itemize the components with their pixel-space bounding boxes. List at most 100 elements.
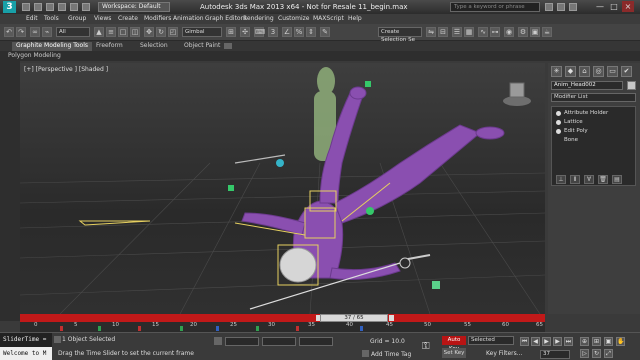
save-icon[interactable] xyxy=(46,3,54,11)
menu-rendering[interactable]: Rendering xyxy=(243,15,274,22)
keyframe-marker[interactable] xyxy=(216,326,219,331)
menu-tools[interactable]: Tools xyxy=(44,15,59,22)
key-filters-button[interactable]: Key Filters... xyxy=(486,350,523,357)
orbit-icon[interactable]: ↻ xyxy=(592,349,601,358)
help-icon[interactable] xyxy=(569,3,577,11)
add-time-tag-button[interactable]: Add Time Tag xyxy=(371,351,411,358)
zoom-all-icon[interactable]: ⊞ xyxy=(592,337,601,346)
maximize-viewport-icon[interactable]: ⤢ xyxy=(604,349,613,358)
viewcube-icon[interactable] xyxy=(503,82,531,106)
tab-object-paint[interactable]: Object Paint xyxy=(180,42,224,51)
motion-tab-icon[interactable]: ◎ xyxy=(593,66,604,77)
remove-modifier-icon[interactable]: 🗑 xyxy=(598,175,608,184)
z-coordinate-field[interactable] xyxy=(299,337,333,346)
keyframe-marker[interactable] xyxy=(296,326,299,331)
auto-key-button[interactable]: Auto Key xyxy=(442,336,466,352)
project-folder-icon[interactable] xyxy=(82,3,90,11)
object-name-field[interactable]: Anim_Head002 xyxy=(551,81,623,90)
character-head[interactable] xyxy=(279,247,317,283)
undo-icon[interactable] xyxy=(58,3,66,11)
maxscript-listener-output[interactable]: Welcome to M xyxy=(0,347,52,360)
ribbon-minimize-icon[interactable] xyxy=(224,43,232,49)
stack-item-lattice[interactable]: Lattice xyxy=(554,118,634,127)
maxscript-listener-input[interactable]: SliderTime = xyxy=(0,333,52,347)
minimize-button[interactable]: — xyxy=(594,1,606,12)
keyframe-marker[interactable] xyxy=(360,326,363,331)
rendered-frame-window-icon[interactable]: ▣ xyxy=(530,27,540,37)
open-file-icon[interactable] xyxy=(34,3,42,11)
time-tag-icon[interactable] xyxy=(362,350,369,357)
render-production-icon[interactable]: ☕ xyxy=(542,27,552,37)
make-unique-icon[interactable]: ∀ xyxy=(584,175,594,184)
search-icon[interactable] xyxy=(545,3,553,11)
current-frame-field[interactable]: 37 xyxy=(540,350,570,359)
close-button[interactable]: × xyxy=(622,1,634,12)
percent-snap-icon[interactable]: % xyxy=(294,27,304,37)
selection-filter-dropdown[interactable]: All xyxy=(56,27,90,37)
tab-graphite-modeling-tools[interactable]: Graphite Modeling Tools xyxy=(12,42,93,51)
keyframe-marker[interactable] xyxy=(60,326,63,331)
tab-freeform[interactable]: Freeform xyxy=(92,42,127,51)
menu-modifiers[interactable]: Modifiers xyxy=(144,15,171,22)
link-icon[interactable]: ∞ xyxy=(30,27,40,37)
stack-item-bone[interactable]: Bone xyxy=(554,136,634,145)
configure-sets-icon[interactable]: ▤ xyxy=(612,175,622,184)
tab-selection[interactable]: Selection xyxy=(136,42,172,51)
zoom-icon[interactable]: ⊕ xyxy=(580,337,589,346)
lightbulb-icon[interactable] xyxy=(556,129,561,134)
hierarchy-tab-icon[interactable]: ⌂ xyxy=(579,66,590,77)
selection-lock-icon[interactable] xyxy=(54,336,61,343)
zoom-extents-icon[interactable]: ▣ xyxy=(604,337,613,346)
select-by-name-icon[interactable]: ≡ xyxy=(106,27,116,37)
named-selection-sets-dropdown[interactable]: Create Selection Se xyxy=(378,27,422,43)
menu-graph-editors[interactable]: Graph Editors xyxy=(205,15,246,22)
material-editor-icon[interactable]: ◉ xyxy=(504,27,514,37)
align-icon[interactable]: ⊟ xyxy=(438,27,448,37)
time-slider[interactable]: 37 / 65 xyxy=(20,314,545,322)
slider-next-arrow-icon[interactable] xyxy=(389,315,394,321)
menu-views[interactable]: Views xyxy=(94,15,111,22)
search-input[interactable]: Type a keyword or phrase xyxy=(450,2,540,12)
menu-maxscript[interactable]: MAXScript xyxy=(313,15,344,22)
menu-create[interactable]: Create xyxy=(118,15,138,22)
set-key-button[interactable]: Set Key xyxy=(442,348,466,358)
display-tab-icon[interactable]: ▭ xyxy=(607,66,618,77)
keyboard-shortcut-icon[interactable]: ⌨ xyxy=(254,27,265,37)
utilities-tab-icon[interactable]: ✔ xyxy=(621,66,632,77)
key-mode-dropdown[interactable]: Selected xyxy=(468,336,514,345)
ribbon-panel-polygon-modeling[interactable]: Polygon Modeling xyxy=(0,51,640,61)
play-icon[interactable]: ▶ xyxy=(542,337,551,346)
named-selection-edit-icon[interactable]: ✎ xyxy=(320,27,330,37)
character-mesh[interactable] xyxy=(241,86,505,280)
field-of-view-icon[interactable]: ▷ xyxy=(580,349,589,358)
curve-editor-icon[interactable]: ∿ xyxy=(478,27,488,37)
object-color-swatch[interactable] xyxy=(627,81,636,90)
y-coordinate-field[interactable] xyxy=(262,337,296,346)
selection-region-icon[interactable]: □ xyxy=(118,27,128,37)
x-coordinate-field[interactable] xyxy=(225,337,259,346)
undo-tool-icon[interactable]: ↶ xyxy=(4,27,14,37)
mirror-icon[interactable]: ⇋ xyxy=(426,27,436,37)
previous-frame-icon[interactable]: ◀ xyxy=(531,337,540,346)
modifier-list-dropdown[interactable]: Modifier List xyxy=(551,93,636,102)
show-end-result-icon[interactable]: Ⅱ xyxy=(570,175,580,184)
set-key-icon[interactable]: ⚿ xyxy=(422,341,436,353)
track-bar[interactable]: 0 5 10 15 20 25 30 35 40 45 50 55 60 65 xyxy=(20,322,545,332)
lightbulb-icon[interactable] xyxy=(556,120,561,125)
pivot-center-icon[interactable]: ⊞ xyxy=(226,27,236,37)
graphite-toggle-icon[interactable]: ▦ xyxy=(464,27,474,37)
go-to-end-icon[interactable]: ⏭ xyxy=(564,337,573,346)
keyframe-marker[interactable] xyxy=(98,326,101,331)
pan-view-icon[interactable]: ✋ xyxy=(616,337,625,346)
viewport-scene[interactable] xyxy=(20,63,545,314)
next-frame-icon[interactable]: ▶ xyxy=(553,337,562,346)
pin-stack-icon[interactable]: ⊥ xyxy=(556,175,566,184)
new-file-icon[interactable] xyxy=(22,3,30,11)
lock-icon[interactable] xyxy=(214,337,222,345)
go-to-start-icon[interactable]: ⏮ xyxy=(520,337,529,346)
keyframe-marker[interactable] xyxy=(256,326,259,331)
lightbulb-icon[interactable] xyxy=(556,111,561,116)
menu-group[interactable]: Group xyxy=(68,15,86,22)
scale-icon[interactable]: ◰ xyxy=(168,27,178,37)
stack-item-edit-poly[interactable]: Edit Poly xyxy=(554,127,634,136)
